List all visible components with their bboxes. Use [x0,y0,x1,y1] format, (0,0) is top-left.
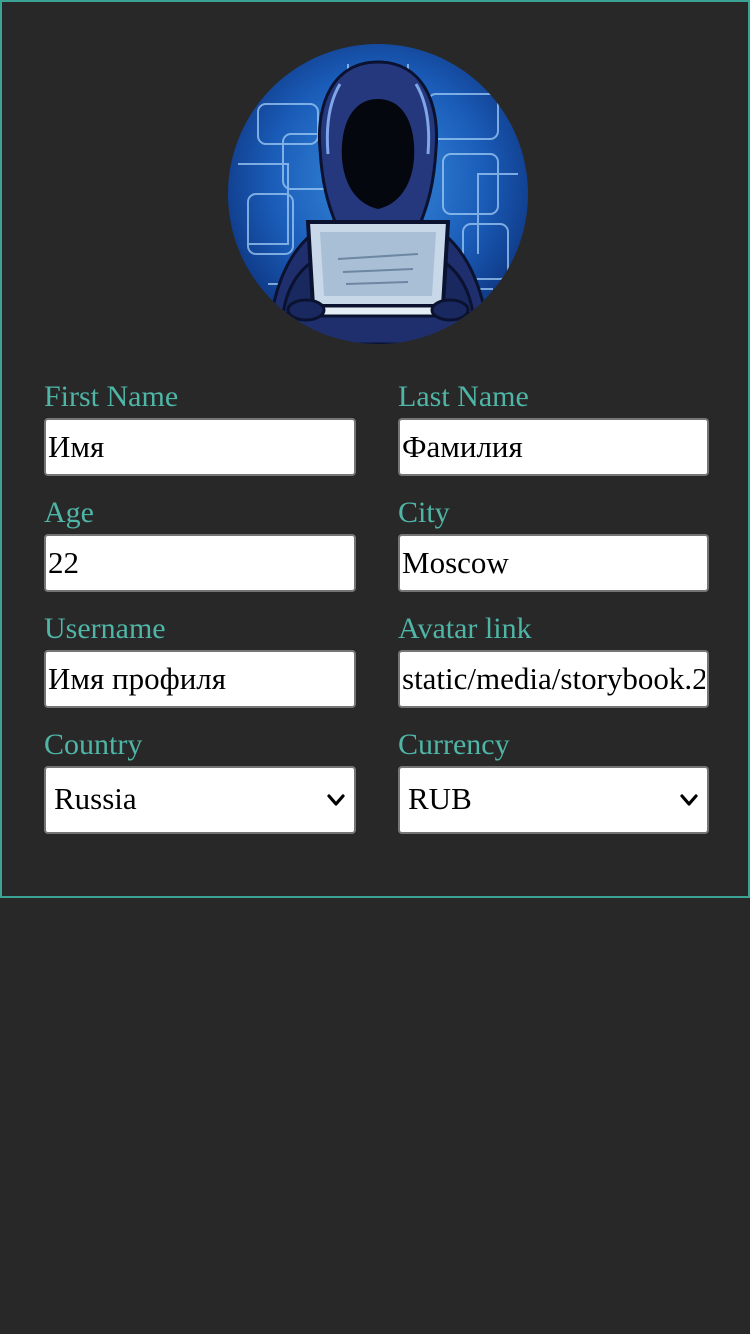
profile-avatar [228,44,528,344]
chevron-down-icon [680,794,698,806]
country-select[interactable]: Russia [44,766,356,834]
city-input[interactable] [398,534,709,592]
avatar-link-label: Avatar link [398,612,532,645]
profile-card: First Name Last Name Age City Username A… [0,0,750,898]
first-name-label: First Name [44,380,179,413]
hooded-hacker-avatar-image [228,44,528,344]
currency-label: Currency [398,728,510,761]
username-label: Username [44,612,166,645]
city-label: City [398,496,450,529]
country-label: Country [44,728,143,761]
username-input[interactable] [44,650,356,708]
avatar-link-input[interactable] [398,650,709,708]
age-input[interactable] [44,534,356,592]
currency-select[interactable]: RUB [398,766,709,834]
first-name-input[interactable] [44,418,356,476]
last-name-label: Last Name [398,380,529,413]
chevron-down-icon [327,794,345,806]
age-label: Age [44,496,94,529]
currency-select-value: RUB [408,781,472,816]
country-select-value: Russia [54,781,137,816]
last-name-input[interactable] [398,418,709,476]
